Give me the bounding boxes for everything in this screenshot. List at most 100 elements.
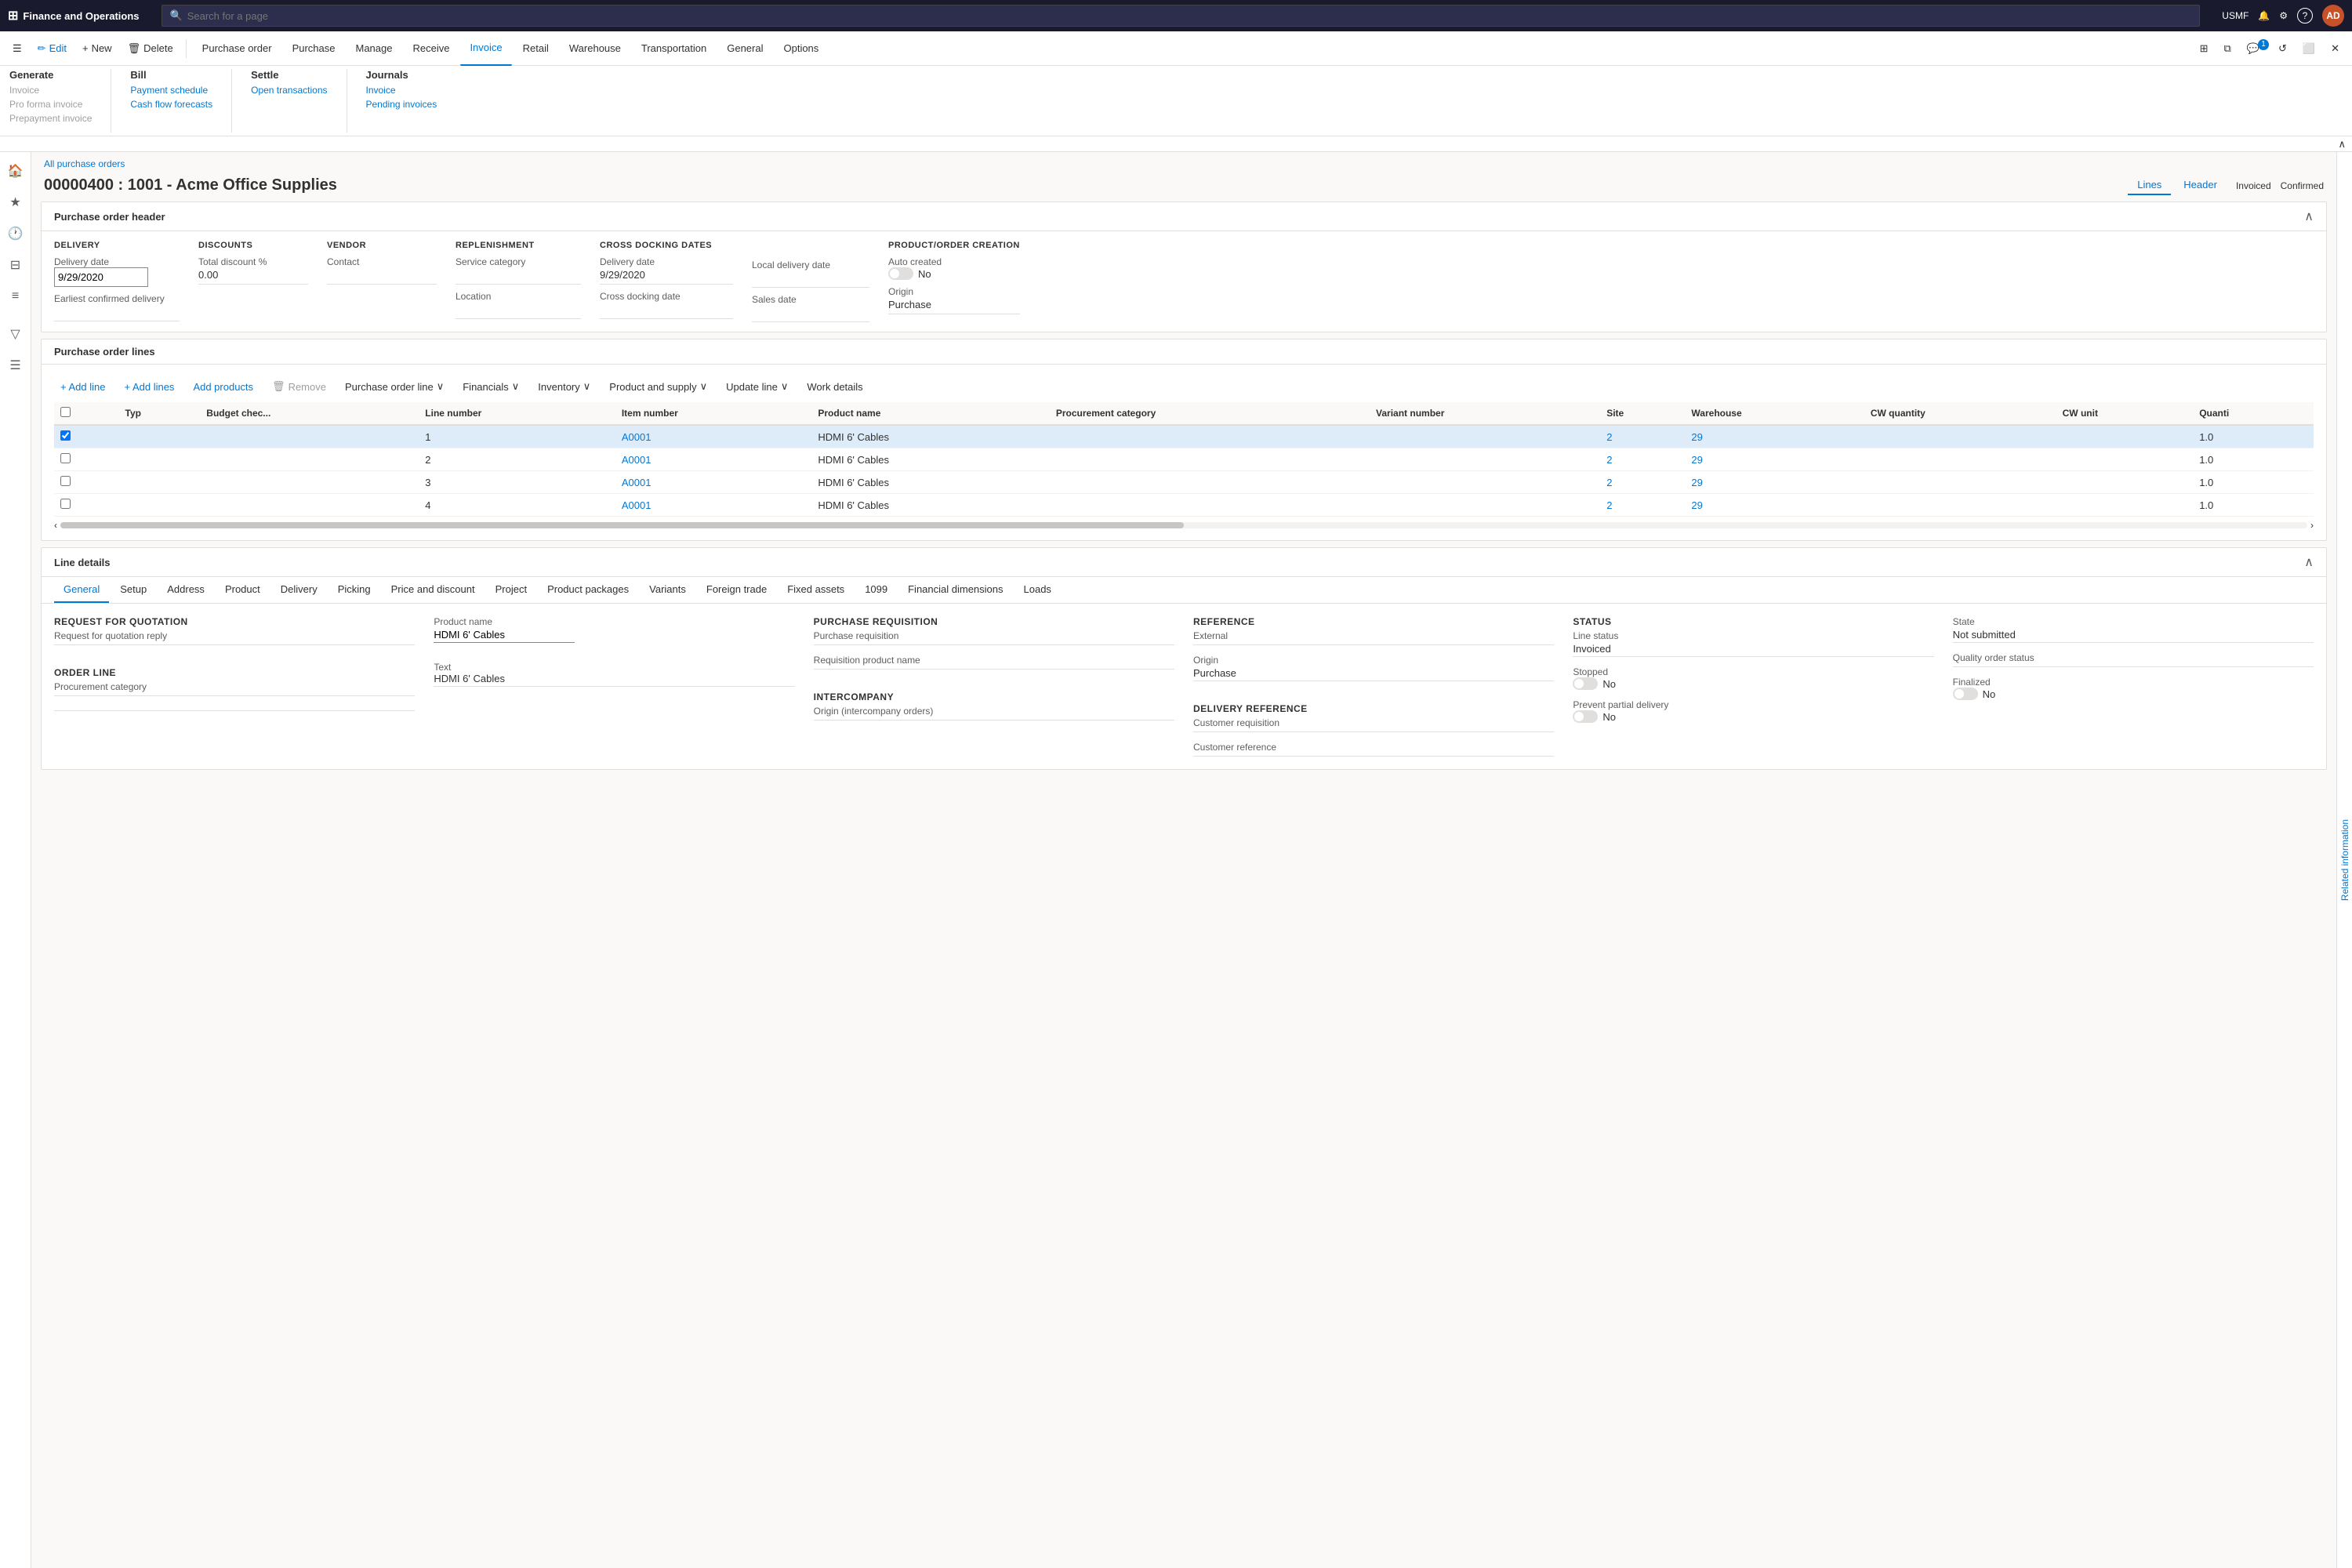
row-site-0[interactable]: 2 [1600,425,1685,448]
row-check-0[interactable] [54,425,119,448]
row-checkbox-1[interactable] [60,453,71,463]
detail-tab-setup[interactable]: Setup [111,577,156,603]
auto-created-toggle[interactable]: No [888,267,1020,280]
hamburger-menu-button[interactable]: ☰ [6,39,28,58]
row-warehouse-3[interactable]: 29 [1685,494,1864,517]
collapse-ribbon-icon[interactable]: ∧ [2338,138,2346,151]
row-item-number-1[interactable]: A0001 [615,448,812,471]
scroll-track[interactable] [60,522,2307,528]
sidebar-menu-icon[interactable]: ☰ [3,353,28,378]
detail-tab-product[interactable]: Product [216,577,270,603]
tab-lines[interactable]: Lines [2128,176,2171,195]
close-button[interactable]: ✕ [2325,39,2346,58]
row-site-3[interactable]: 2 [1600,494,1685,517]
product-and-supply-dropdown[interactable]: Product and supply ∨ [603,377,713,396]
detail-tab-delivery[interactable]: Delivery [271,577,327,603]
sidebar-filter-icon[interactable]: ▽ [3,321,28,347]
add-lines-button[interactable]: + Add lines [118,378,180,396]
copy-icon-button[interactable]: ⧉ [2218,39,2238,58]
tab-header[interactable]: Header [2174,176,2227,195]
delete-button[interactable]: 🗑 Delete [122,39,180,58]
forward-nav-button[interactable]: ⬜ [2296,39,2321,58]
table-row[interactable]: 3 A0001 HDMI 6' Cables 2 29 1.0 [54,471,2314,494]
stopped-toggle[interactable]: No [1573,677,1933,690]
help-icon[interactable]: ? [2297,8,2313,24]
gear-icon[interactable]: ⚙ [2279,10,2288,21]
tab-invoice[interactable]: Invoice [460,31,511,66]
breadcrumb-link[interactable]: All purchase orders [44,158,125,169]
related-information-panel[interactable]: Related information [2336,152,2352,1568]
detail-tab-product-packages[interactable]: Product packages [538,577,638,603]
detail-tab-general[interactable]: General [54,577,109,603]
ribbon-cashflow-link[interactable]: Cash flow forecasts [130,98,212,111]
add-line-button[interactable]: + Add line [54,378,111,396]
stopped-switch[interactable] [1573,677,1598,690]
add-products-button[interactable]: Add products [187,378,260,396]
purchase-order-line-dropdown[interactable]: Purchase order line ∨ [339,377,450,396]
detail-tab-picking[interactable]: Picking [328,577,380,603]
ribbon-proforma-link[interactable]: Pro forma invoice [9,98,92,111]
purchase-order-header-toggle[interactable]: Purchase order header ∧ [42,202,2326,231]
detail-tab-financial-dimensions[interactable]: Financial dimensions [898,577,1012,603]
sidebar-grid-icon[interactable]: ⊟ [3,252,28,278]
bell-icon[interactable]: 🔔 [2258,10,2270,21]
col-check[interactable] [54,402,119,425]
detail-tab-price-discount[interactable]: Price and discount [382,577,485,603]
sidebar-list-icon[interactable]: ≡ [3,284,28,309]
detail-tab-project[interactable]: Project [486,577,536,603]
tab-receive[interactable]: Receive [403,31,459,66]
edit-button[interactable]: ✏ Edit [31,39,73,58]
ribbon-invoice-link[interactable]: Invoice [9,84,92,96]
line-details-toggle[interactable]: Line details ∧ [42,548,2326,577]
tab-purchase[interactable]: Purchase [283,31,345,66]
finalized-toggle[interactable]: No [1953,688,2314,700]
avatar[interactable]: AD [2322,5,2344,27]
new-button[interactable]: + New [76,39,118,57]
detail-tab-variants[interactable]: Variants [640,577,695,603]
sidebar-clock-icon[interactable]: 🕐 [3,221,28,246]
finalized-switch[interactable] [1953,688,1978,700]
scroll-left-icon[interactable]: ‹ [54,520,57,531]
tab-manage[interactable]: Manage [346,31,401,66]
tab-warehouse[interactable]: Warehouse [560,31,630,66]
scroll-thumb[interactable] [60,522,1184,528]
ribbon-open-transactions-link[interactable]: Open transactions [251,84,327,96]
product-name-input[interactable] [434,627,575,643]
inventory-dropdown[interactable]: Inventory ∨ [532,377,597,396]
table-row[interactable]: 1 A0001 HDMI 6' Cables 2 29 1.0 [54,425,2314,448]
detail-tab-loads[interactable]: Loads [1014,577,1061,603]
prevent-partial-switch[interactable] [1573,710,1598,723]
search-input[interactable] [187,10,2192,22]
delivery-date-input[interactable] [54,267,148,287]
table-scrollbar[interactable]: ‹ › [54,520,2314,531]
row-item-number-3[interactable]: A0001 [615,494,812,517]
detail-tab-foreign-trade[interactable]: Foreign trade [697,577,776,603]
financials-dropdown[interactable]: Financials ∨ [456,377,525,396]
ribbon-journals-invoice-link[interactable]: Invoice [366,84,437,96]
detail-tab-fixed-assets[interactable]: Fixed assets [778,577,854,603]
row-check-3[interactable] [54,494,119,517]
row-item-number-2[interactable]: A0001 [615,471,812,494]
tab-general[interactable]: General [717,31,772,66]
windows-icon-button[interactable]: ⊞ [2194,39,2215,58]
tab-transportation[interactable]: Transportation [632,31,716,66]
detail-tab-address[interactable]: Address [158,577,214,603]
notification-badge-button[interactable]: 💬1 [2241,39,2269,58]
ribbon-prepayment-link[interactable]: Prepayment invoice [9,112,92,125]
search-bar[interactable]: 🔍 [162,5,2201,27]
ribbon-collapse-bar[interactable]: ∧ [0,136,2352,152]
prevent-partial-toggle[interactable]: No [1573,710,1933,723]
select-all-checkbox[interactable] [60,407,71,417]
row-warehouse-1[interactable]: 29 [1685,448,1864,471]
sidebar-star-icon[interactable]: ★ [3,190,28,215]
row-item-number-0[interactable]: A0001 [615,425,812,448]
row-checkbox-2[interactable] [60,476,71,486]
detail-tab-1099[interactable]: 1099 [855,577,897,603]
row-check-1[interactable] [54,448,119,471]
scroll-right-icon[interactable]: › [2310,520,2314,531]
remove-button[interactable]: 🗑 Remove [266,377,332,396]
update-line-dropdown[interactable]: Update line ∨ [720,377,794,396]
back-button[interactable]: ↺ [2272,39,2293,58]
row-warehouse-2[interactable]: 29 [1685,471,1864,494]
row-check-2[interactable] [54,471,119,494]
